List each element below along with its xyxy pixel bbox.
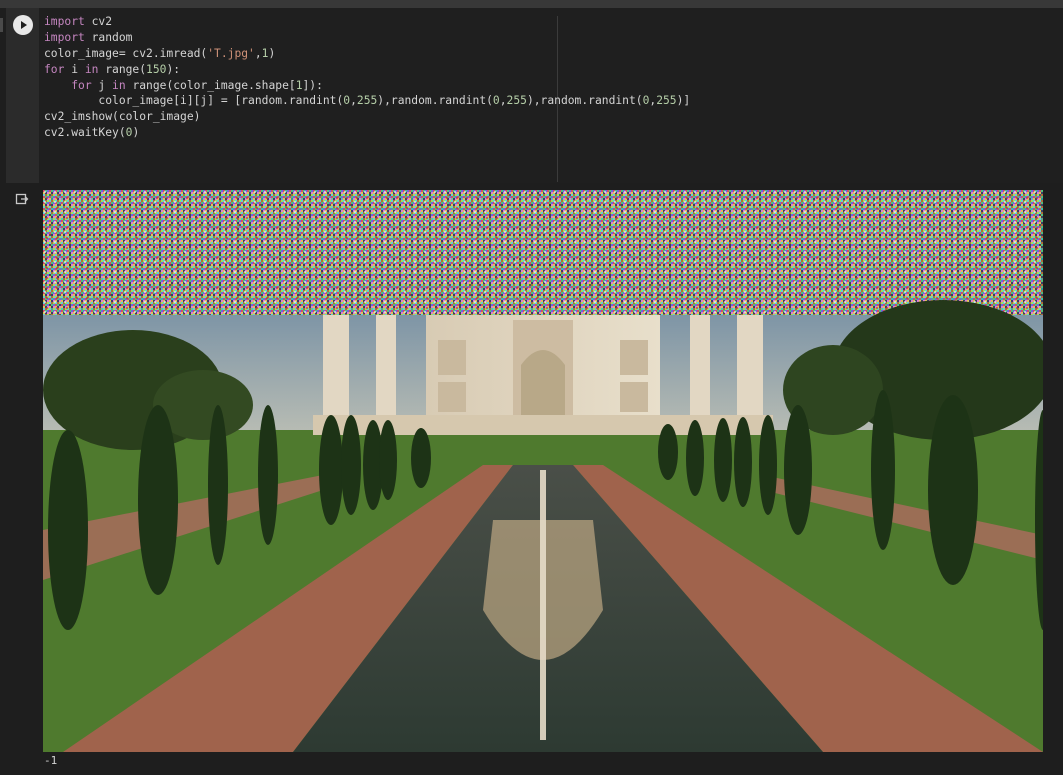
top-toolbar-strip [0,0,1063,8]
code-line: cv2_imshow(color_image) [44,109,690,125]
code-token: cv2 [84,15,113,28]
code-token: color_image= cv2.imread( [44,46,208,60]
code-block[interactable]: import cv2 import random color_image= cv2.… [44,14,690,141]
code-token: , [254,46,262,60]
code-line: import cv2 [44,14,690,30]
code-token: i [64,62,85,76]
code-token: for [71,78,92,92]
code-token: ) [268,46,276,60]
code-token: range( [98,62,147,76]
code-line: for i in range(150): [44,62,690,78]
run-cell-button[interactable] [13,15,33,35]
play-icon [14,16,32,34]
code-token: ) [132,126,140,140]
code-token: ),random.randint( [377,94,493,108]
code-token: cv2_imshow(color_image) [44,110,201,124]
code-token: random [84,30,133,44]
code-token: 'T.jpg' [207,46,255,60]
code-token: for [44,62,65,76]
output-icon[interactable] [15,192,29,206]
code-token: in [84,62,99,76]
code-token: ): [166,62,181,76]
code-token: )] [676,94,691,108]
cell-focus-marker [0,18,3,32]
code-token: 255 [656,94,677,108]
code-line: for j in range(color_image.shape[1]): [44,78,690,94]
code-token: , [350,94,357,108]
code-token: import [44,15,85,28]
output-result-text: -1 [44,754,58,767]
code-token: color_image[i][j] = [random.randint( [44,94,344,108]
taj-mahal-scene [43,190,1043,752]
code-token: j [91,78,113,92]
code-token: ]): [302,78,323,92]
taj-mahal-output-image [43,190,1043,752]
code-token: 255 [506,94,527,108]
code-line: import random [44,30,690,46]
code-token: range(color_image.shape[ [125,78,296,92]
code-line: cv2.waitKey(0) [44,125,690,141]
code-token: ),random.randint( [526,94,643,108]
code-token: 0 [492,94,500,108]
code-token: import [44,30,85,44]
code-line: color_image= cv2.imread('T.jpg',1) [44,46,690,62]
code-token: in [112,78,126,92]
code-token: , [499,94,507,108]
code-token: cv2.waitKey( [44,126,126,140]
code-token: 255 [356,94,378,108]
code-token: 1 [295,78,303,92]
code-token: 150 [146,62,167,76]
code-line: color_image[i][j] = [random.randint(0,25… [44,93,690,109]
